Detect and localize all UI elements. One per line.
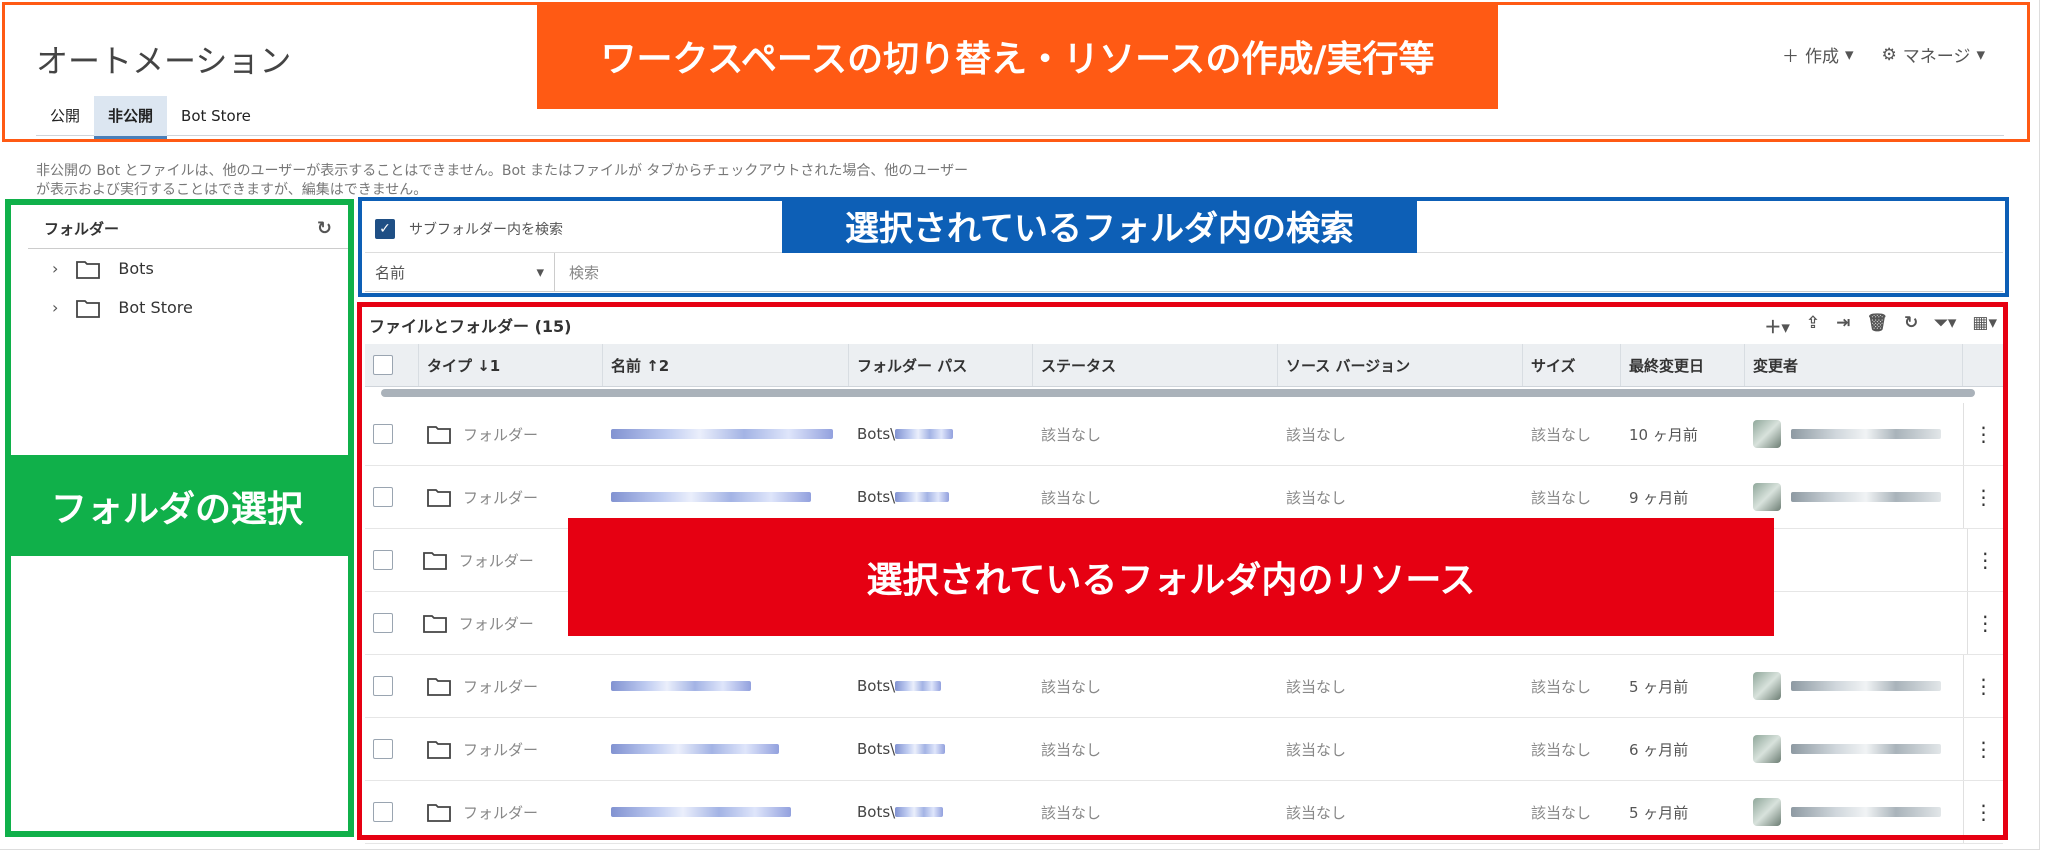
resources-annotation-label: 選択されているフォルダ内のリソース — [568, 518, 1774, 636]
info-line-1: 非公開の Bot とファイルは、他のユーザーが表示することはできません。Bot … — [36, 163, 969, 179]
private-info-text: 非公開の Bot とファイルは、他のユーザーが表示することはできません。Bot … — [36, 162, 1036, 200]
header-annotation-label: ワークスペースの切り替え・リソースの作成/実行等 — [537, 3, 1498, 109]
folder-annotation-label: フォルダの選択 — [5, 455, 349, 556]
search-annotation-label: 選択されているフォルダ内の検索 — [782, 197, 1417, 253]
